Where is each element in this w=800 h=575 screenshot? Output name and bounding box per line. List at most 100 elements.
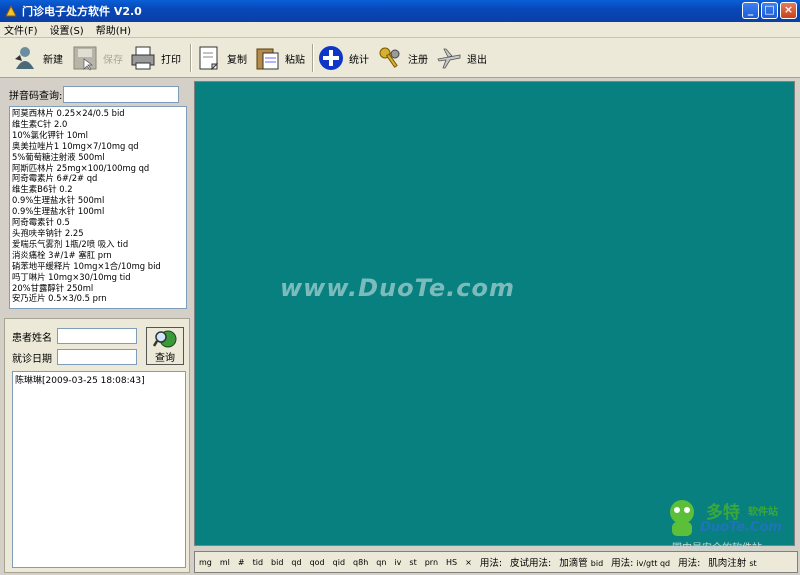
- watermark-text: www.DuoTe.com: [280, 274, 515, 302]
- paste-clipboard-icon: [254, 45, 280, 71]
- mascot-icon: [670, 500, 694, 536]
- menu-bar: 文件(F) 设置(S) 帮助(H): [0, 22, 800, 38]
- patient-query-group: 患者姓名 就诊日期 查询 陈琳琳[2009-03-25 18:08:43]: [4, 318, 190, 573]
- logo-en-text: DuoTe.Com: [700, 520, 782, 535]
- list-item[interactable]: 5%葡萄糖注射液 500ml: [12, 152, 184, 163]
- menu-settings[interactable]: 设置(S): [50, 22, 84, 37]
- print-label: 打印: [161, 54, 181, 66]
- list-item[interactable]: 头孢呋辛钠针 2.25: [12, 228, 184, 239]
- stats-button[interactable]: 统计: [318, 43, 369, 73]
- copy-label: 复制: [227, 54, 247, 66]
- paste-label: 粘贴: [285, 54, 305, 66]
- maximize-button[interactable]: □: [761, 2, 778, 19]
- list-item[interactable]: 阿奇霉素片 6#/2# qd: [12, 173, 184, 184]
- usage-item[interactable]: 用法: iv/gtt qd: [611, 555, 670, 569]
- list-item[interactable]: 阿奇霉素针 0.5: [12, 217, 184, 228]
- new-button[interactable]: 新建: [12, 43, 63, 73]
- plus-circle-icon: [318, 45, 344, 71]
- exit-label: 退出: [467, 54, 487, 66]
- list-item[interactable]: 阿莫西林片 0.25×24/0.5 bid: [12, 108, 184, 119]
- abbr-q8h[interactable]: q8h: [353, 558, 368, 567]
- copy-document-icon: [196, 45, 222, 71]
- abbr-bid[interactable]: bid: [271, 558, 283, 567]
- window-title: 门诊电子处方软件 V2.0: [22, 5, 142, 18]
- patient-name-input[interactable]: [57, 328, 137, 344]
- list-item[interactable]: 安乃近片 0.5×3/0.5 prn: [12, 293, 184, 304]
- usage-label: 加滴管: [559, 558, 588, 569]
- abbr-iv[interactable]: iv: [394, 558, 401, 567]
- minimize-button[interactable]: _: [742, 2, 759, 19]
- paste-button[interactable]: 粘贴: [254, 43, 305, 73]
- abbr-st[interactable]: st: [409, 558, 416, 567]
- usage-label: 皮试用法:: [510, 558, 552, 569]
- abbr-qod[interactable]: qod: [310, 558, 325, 567]
- query-button[interactable]: 查询: [146, 327, 184, 365]
- list-item[interactable]: 20%甘露醇针 250ml: [12, 283, 184, 294]
- visit-date-row: 就诊日期: [12, 349, 137, 365]
- list-item[interactable]: 维生素B6针 0.2: [12, 184, 184, 195]
- usage-item[interactable]: 用法:: [480, 555, 502, 569]
- list-item[interactable]: 0.9%生理盐水针 500ml: [12, 195, 184, 206]
- save-label: 保存: [103, 54, 123, 66]
- logo-cn-sub-text: 软件站: [748, 507, 778, 518]
- list-item[interactable]: 维生素C针 2.0: [12, 119, 184, 130]
- list-item[interactable]: 0.9%生理盐水针 100ml: [12, 206, 184, 217]
- abbr-ml[interactable]: ml: [220, 558, 230, 567]
- patient-name-row: 患者姓名: [12, 328, 137, 344]
- abbr-qd[interactable]: qd: [291, 558, 301, 567]
- list-item[interactable]: 爱喘乐气雾剂 1瓶/2喷 吸入 tid: [12, 239, 184, 250]
- new-label: 新建: [43, 54, 63, 66]
- usage-label: 用法:: [479, 558, 503, 569]
- close-button[interactable]: ×: [780, 2, 797, 19]
- usage-item[interactable]: 加滴管 bid: [559, 555, 603, 569]
- window-controls: _ □ ×: [742, 2, 797, 19]
- usage-value: iv/gtt qd: [636, 559, 671, 568]
- patient-name-label: 患者姓名: [12, 332, 52, 344]
- print-button[interactable]: 打印: [130, 43, 181, 73]
- usage-item[interactable]: 用法:: [678, 555, 700, 569]
- new-person-icon: [12, 45, 38, 71]
- usage-value: st: [749, 559, 757, 568]
- list-item[interactable]: 吗丁啉片 10mg×30/10mg tid: [12, 272, 184, 283]
- list-item[interactable]: 硝苯地平缓释片 10mg×1合/10mg bid: [12, 261, 184, 272]
- abbr-hs[interactable]: HS: [446, 558, 457, 567]
- keys-icon: [377, 45, 403, 71]
- pinyin-search-row: 拼音码查询:: [9, 86, 180, 103]
- prescription-canvas[interactable]: [194, 81, 795, 546]
- list-item[interactable]: 消炎痛栓 3#/1# 塞肛 prn: [12, 250, 184, 261]
- list-item[interactable]: 阿斯匹林片 25mg×100/100mg qd: [12, 163, 184, 174]
- abbr-mg[interactable]: mg: [199, 558, 212, 567]
- visit-date-input[interactable]: [57, 349, 137, 365]
- usage-value: bid: [590, 559, 604, 568]
- usage-item[interactable]: 皮试用法:: [510, 555, 551, 569]
- drug-list[interactable]: 阿莫西林片 0.25×24/0.5 bid 维生素C针 2.0 10%氯化钾针 …: [9, 106, 187, 309]
- abbr-tid[interactable]: tid: [253, 558, 263, 567]
- usage-label: 肌肉注射: [708, 558, 747, 569]
- query-label: 查询: [155, 352, 175, 364]
- usage-label: 用法:: [678, 558, 701, 569]
- save-disk-icon: [72, 45, 98, 71]
- stats-label: 统计: [349, 54, 369, 66]
- list-item[interactable]: 10%氯化钾针 10ml: [12, 130, 184, 141]
- printer-icon: [130, 45, 156, 71]
- menu-help[interactable]: 帮助(H): [96, 22, 131, 37]
- pinyin-search-input[interactable]: [63, 86, 180, 103]
- abbr-count[interactable]: #: [238, 558, 245, 567]
- save-button[interactable]: 保存: [72, 43, 123, 73]
- abbr-qid[interactable]: qid: [333, 558, 345, 567]
- toolbar-separator: [190, 44, 192, 72]
- register-button[interactable]: 注册: [377, 43, 428, 73]
- abbr-times[interactable]: ×: [465, 558, 472, 567]
- abbr-qn[interactable]: qn: [376, 558, 386, 567]
- title-bar: 门诊电子处方软件 V2.0 _ □ ×: [0, 0, 800, 22]
- copy-button[interactable]: 复制: [196, 43, 247, 73]
- exit-button[interactable]: 退出: [436, 43, 487, 73]
- patient-record-list[interactable]: 陈琳琳[2009-03-25 18:08:43]: [12, 371, 186, 568]
- list-item[interactable]: 陈琳琳[2009-03-25 18:08:43]: [15, 373, 183, 386]
- usage-item[interactable]: 肌肉注射 st: [708, 555, 756, 569]
- airplane-icon: [436, 45, 462, 71]
- usage-bar: mg ml # tid bid qd qod qid q8h qn iv st …: [194, 551, 798, 573]
- menu-file[interactable]: 文件(F): [4, 22, 38, 37]
- list-item[interactable]: 奥美拉唑片1 10mg×7/10mg qd: [12, 141, 184, 152]
- abbr-prn[interactable]: prn: [425, 558, 438, 567]
